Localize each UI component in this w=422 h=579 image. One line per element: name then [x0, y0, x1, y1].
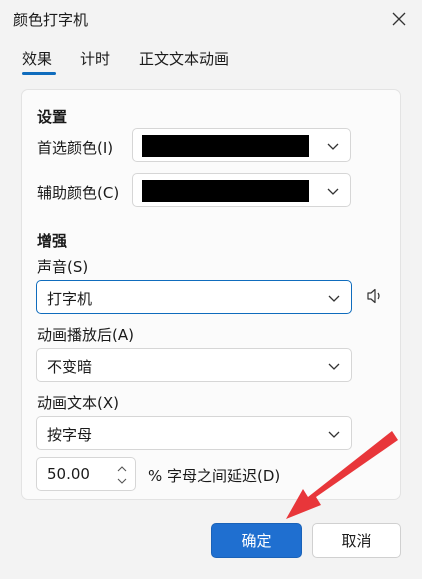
window-title: 颜色打字机: [13, 11, 89, 29]
close-button[interactable]: [386, 6, 412, 32]
animate-text-dropdown[interactable]: 按字母: [36, 416, 352, 450]
enhancements-heading: 增强: [37, 232, 68, 250]
tab-timing[interactable]: 计时: [80, 48, 110, 69]
chevron-down-icon: [327, 143, 339, 150]
chevron-down-icon: [328, 363, 340, 370]
sound-value: 打字机: [47, 290, 93, 308]
speaker-icon[interactable]: [365, 286, 385, 306]
active-tab-indicator: [22, 72, 56, 75]
primary-color-label: 首选颜色(I): [37, 139, 114, 157]
tab-bar: 效果 计时 正文文本动画: [0, 44, 422, 78]
secondary-color-swatch: [142, 180, 309, 202]
primary-color-swatch: [142, 135, 309, 157]
title-bar: 颜色打字机: [0, 0, 422, 38]
dialog-window: 颜色打字机 效果 计时 正文文本动画 设置 首选颜色(I) 辅助颜色(C) 增强…: [0, 0, 422, 579]
chevron-down-icon: [327, 188, 339, 195]
effects-panel: 设置 首选颜色(I) 辅助颜色(C) 增强 声音(S) 打字机 动画播放后(A)…: [21, 89, 401, 500]
settings-heading: 设置: [37, 108, 68, 126]
after-animation-label: 动画播放后(A): [37, 326, 134, 344]
sound-label: 声音(S): [37, 258, 89, 276]
chevron-down-icon: [328, 431, 340, 438]
cancel-button[interactable]: 取消: [312, 523, 401, 558]
letter-delay-label: % 字母之间延迟(D): [148, 467, 281, 485]
after-animation-dropdown[interactable]: 不变暗: [36, 348, 352, 382]
close-icon: [392, 12, 406, 26]
animate-text-value: 按字母: [47, 426, 93, 444]
ok-button[interactable]: 确定: [211, 523, 302, 558]
primary-color-picker[interactable]: [132, 128, 351, 162]
secondary-color-picker[interactable]: [132, 173, 351, 207]
chevron-up-icon[interactable]: [116, 464, 128, 474]
tab-text-animation[interactable]: 正文文本动画: [139, 48, 229, 69]
animate-text-label: 动画文本(X): [37, 394, 119, 412]
letter-delay-spinner[interactable]: 50.00: [36, 457, 136, 491]
chevron-down-icon: [328, 295, 340, 302]
after-animation-value: 不变暗: [47, 358, 93, 376]
tab-effects[interactable]: 效果: [22, 48, 52, 69]
sound-dropdown[interactable]: 打字机: [36, 280, 352, 314]
chevron-down-icon[interactable]: [116, 476, 128, 486]
letter-delay-value: 50.00: [47, 465, 90, 483]
secondary-color-label: 辅助颜色(C): [37, 184, 120, 202]
